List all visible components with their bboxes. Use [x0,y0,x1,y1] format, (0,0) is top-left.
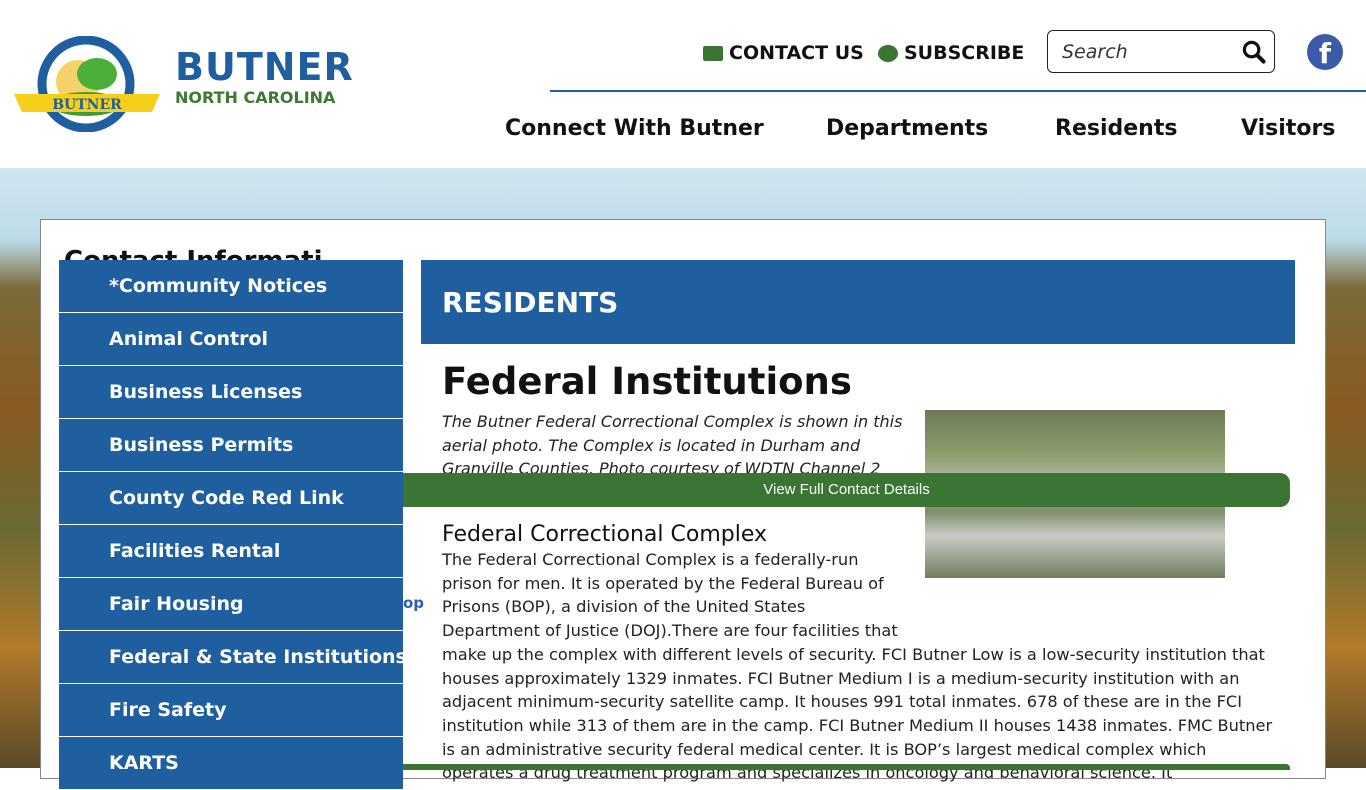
nav-residents[interactable]: Residents [1055,116,1177,141]
contact-us-link[interactable]: CONTACT US [703,42,864,64]
svg-text:BUTNER: BUTNER [52,97,122,113]
section-banner: RESIDENTS [421,260,1295,344]
view-contact-details-button[interactable]: View Full Contact Details [403,473,1290,507]
subscribe-link[interactable]: SUBSCRIBE [878,42,1024,64]
brand[interactable]: BUTNER NORTH CAROLINA [175,46,354,108]
envelope-icon [703,45,723,61]
nav-departments[interactable]: Departments [826,116,988,141]
sidebar-item-business-licenses[interactable]: Business Licenses [59,366,403,419]
search-box [1047,30,1275,73]
float-spacer [902,548,1282,630]
town-seal-logo[interactable]: BUTNER [12,36,162,132]
photo-caption: The Butner Federal Correctional Complex … [442,412,903,474]
contact-us-label: CONTACT US [729,42,864,64]
facebook-icon[interactable]: f [1307,34,1343,70]
green-bar-bottom [403,764,1290,770]
search-icon[interactable] [1242,37,1266,67]
subscribe-label: SUBSCRIBE [904,42,1025,64]
sidebar-menu: *Community Notices Animal Control Busine… [59,260,407,790]
header-divider [550,90,1366,92]
sidebar-item-facilities-rental[interactable]: Facilities Rental [59,525,403,578]
body-text: The Federal Correctional Complex is a fe… [442,548,1282,785]
site-title: BUTNER [175,45,354,89]
nav-visitors[interactable]: Visitors [1241,116,1335,141]
section-subtitle: Federal Correctional Complex [442,522,768,547]
chat-bubble-icon [878,44,898,62]
site-header: BUTNER BUTNER NORTH CAROLINA CONTACT US … [0,0,1366,168]
sidebar-item-fair-housing[interactable]: Fair Housing [59,578,403,631]
sidebar-item-business-permits[interactable]: Business Permits [59,419,403,472]
search-input[interactable] [1062,40,1242,63]
sidebar-item-community-notices[interactable]: *Community Notices [59,260,403,313]
page-title: Federal Institutions [442,360,852,403]
sidebar-item-animal-control[interactable]: Animal Control [59,313,403,366]
sidebar-item-fire-safety[interactable]: Fire Safety [59,684,403,737]
sidebar-item-county-code-red[interactable]: County Code Red Link [59,472,403,525]
partial-link[interactable]: op [403,594,424,612]
nav-connect[interactable]: Connect With Butner [505,116,764,141]
sidebar-item-federal-state[interactable]: Federal & State Institutions [59,631,407,684]
site-subtitle: NORTH CAROLINA [175,88,336,107]
sidebar-item-karts[interactable]: KARTS [59,737,403,790]
